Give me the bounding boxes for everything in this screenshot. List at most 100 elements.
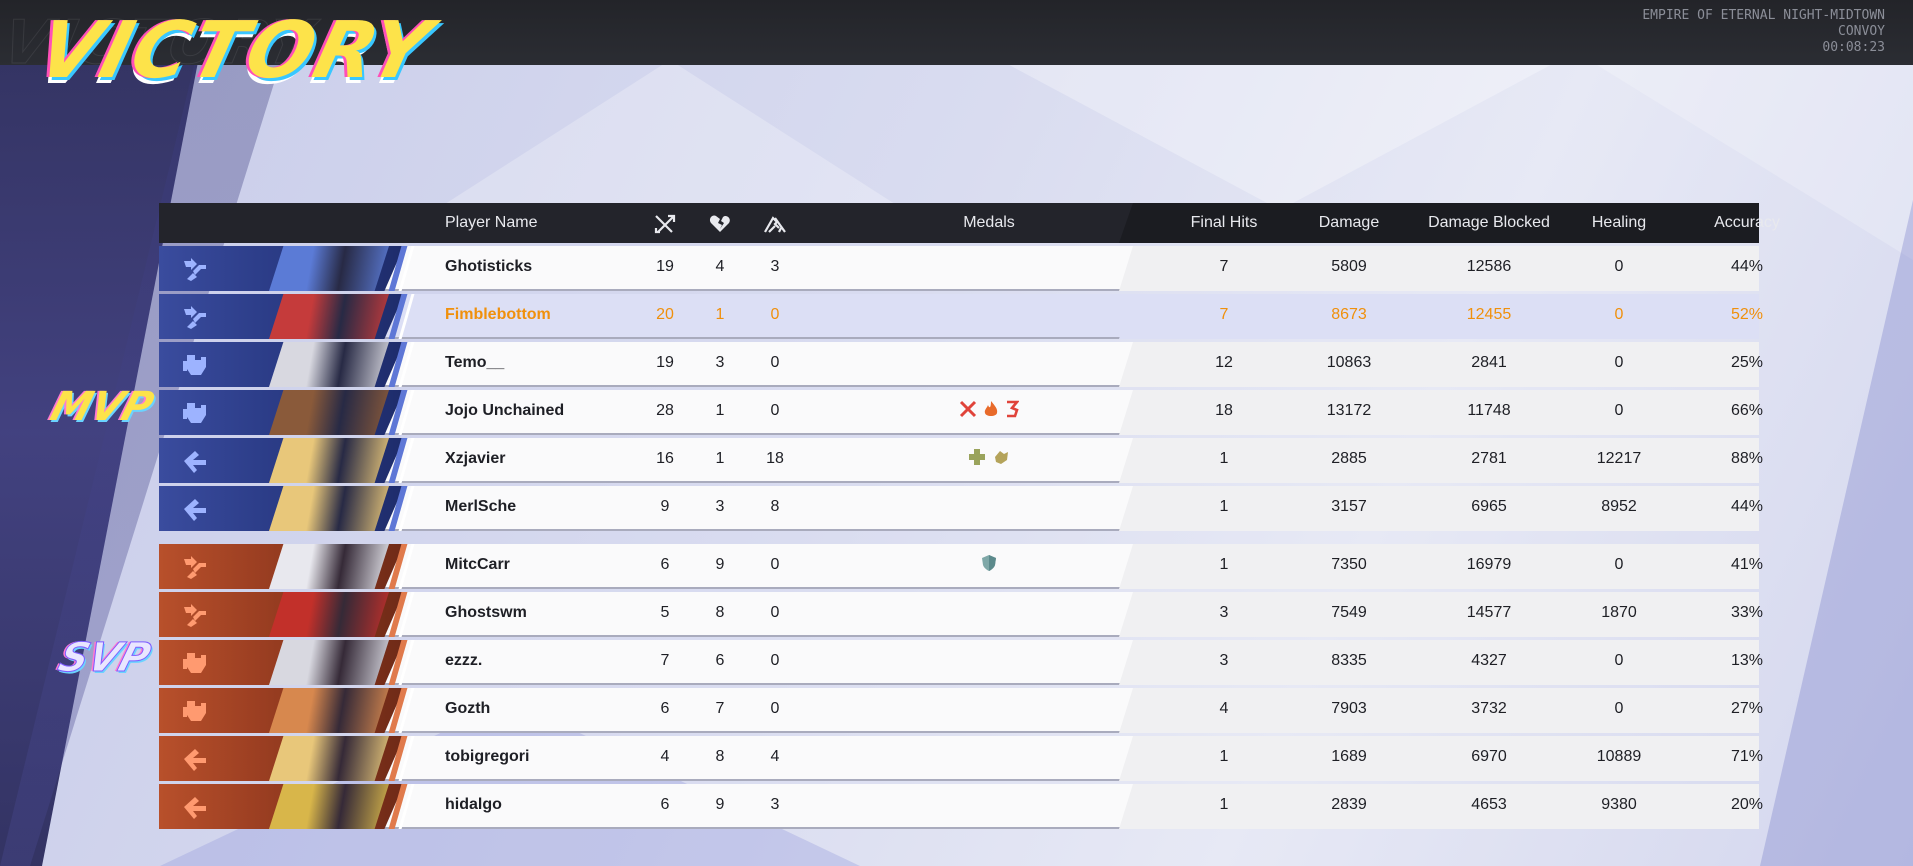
player-name[interactable]: hidalgo [445,796,502,814]
accuracy-value: 25% [1730,354,1764,371]
player-row[interactable]: Xzjavier 16 1 18 1 2885 2781 12217 88% [159,438,1763,483]
mvp-badge[interactable]: MVP [45,384,158,430]
deaths-value: 9 [715,796,725,813]
assists-value: 18 [766,450,784,467]
kills-value: 16 [656,450,674,467]
final-hits-value: 18 [1215,402,1233,419]
kills-value: 19 [656,258,674,275]
damage-blocked-value: 12455 [1466,306,1512,323]
medals-cell [889,554,1089,577]
player-row[interactable]: tobigregori 4 8 4 1 1689 6970 10889 71% [159,736,1763,781]
final-hits-value: 3 [1219,604,1229,621]
accuracy-value: 13% [1730,652,1764,669]
kills-value: 19 [656,354,674,371]
player-name[interactable]: Fimblebottom [445,306,551,324]
assists-value: 0 [770,402,780,419]
heal-medal-icon[interactable] [968,448,986,471]
player-name[interactable]: Xzjavier [445,450,505,468]
match-info: EMPIRE OF ETERNAL NIGHT-MIDTOWN CONVOY 0… [1642,8,1885,56]
kills-value: 28 [656,402,674,419]
healing-value: 0 [1614,402,1624,419]
damage-blocked-value: 4653 [1471,796,1507,813]
kills-value: 9 [660,498,670,515]
medals-cell [889,448,1089,471]
hero-image [269,640,389,685]
kills-value: 4 [660,748,670,765]
player-name[interactable]: MitcCarr [445,556,510,574]
kills-value: 5 [660,604,670,621]
player-row[interactable]: MitcCarr 6 9 0 1 7350 16979 0 41% [159,544,1763,589]
damage-blocked-value: 12586 [1466,258,1512,275]
vanguard-role-icon [181,601,209,629]
broken-heart-icon [690,214,750,234]
hero-portrait [159,736,404,781]
player-row[interactable]: MerlSche 9 3 8 1 3157 6965 8952 44% [159,486,1763,531]
hero-portrait [159,544,404,589]
hero-portrait [159,438,404,483]
header-damage: Damage [1318,214,1380,231]
deaths-value: 1 [715,306,725,323]
deaths-value: 1 [715,402,725,419]
background-facet [420,60,920,220]
scoreboard-header: Player Name Medals Final Hits Damage Dam… [159,203,1780,243]
assist-medal-icon[interactable] [992,448,1010,471]
hero-portrait [159,688,404,733]
crossed-swords-icon [635,214,695,234]
fire-medal-icon[interactable] [983,400,999,423]
damage-blocked-value: 3732 [1471,700,1507,717]
player-name[interactable]: ezzz. [445,652,482,670]
kills-value: 6 [660,796,670,813]
hero-portrait [159,246,404,291]
accuracy-value: 71% [1730,748,1764,765]
player-row[interactable]: Fimblebottom 20 1 0 7 8673 12455 0 52% [159,294,1763,339]
player-row[interactable]: Jojo Unchained 28 1 0 18 13172 11748 0 6… [159,390,1763,435]
scoreboard: Player Name Medals Final Hits Damage Dam… [159,203,1780,829]
damage-value: 7549 [1331,604,1367,621]
vanguard-role-icon [181,553,209,581]
player-row[interactable]: ezzz. 7 6 0 3 8335 4327 0 13% [159,640,1763,685]
deaths-value: 1 [715,450,725,467]
deaths-value: 9 [715,556,725,573]
player-name[interactable]: Gozth [445,700,490,718]
deaths-value: 6 [715,652,725,669]
kill-medal-icon[interactable] [959,400,977,423]
healing-value: 0 [1614,556,1624,573]
player-name[interactable]: Temo__ [445,354,504,372]
player-name[interactable]: MerlSche [445,498,516,516]
hero-image [269,246,389,291]
kills-value: 6 [660,700,670,717]
shield-medal-icon[interactable] [981,554,997,577]
strategist-role-icon [181,793,209,821]
player-row[interactable]: Ghostswm 5 8 0 3 7549 14577 1870 33% [159,592,1763,637]
player-row[interactable]: hidalgo 6 9 3 1 2839 4653 9380 20% [159,784,1763,829]
assists-value: 3 [770,796,780,813]
enemy-team-rows: MitcCarr 6 9 0 1 7350 16979 0 41% Ghosts… [159,544,1763,829]
streak-medal-icon[interactable] [1005,400,1020,423]
damage-value: 5809 [1331,258,1367,275]
healing-value: 12217 [1596,450,1642,467]
player-row[interactable]: Ghotisticks 19 4 3 7 5809 12586 0 44% [159,246,1763,291]
game-mode: CONVOY [1838,24,1885,39]
final-hits-value: 1 [1219,498,1229,515]
hero-portrait [159,390,404,435]
damage-blocked-value: 14577 [1466,604,1512,621]
player-name[interactable]: Jojo Unchained [445,402,564,420]
final-hits-value: 1 [1219,748,1229,765]
player-row[interactable]: Temo__ 19 3 0 12 10863 2841 0 25% [159,342,1763,387]
svp-badge[interactable]: SVP [53,635,156,682]
player-name[interactable]: tobigregori [445,748,529,766]
strategist-role-icon [181,495,209,523]
player-name[interactable]: Ghostswm [445,604,527,622]
player-name[interactable]: Ghotisticks [445,258,532,276]
handshake-icon [745,214,805,234]
final-hits-value: 7 [1219,258,1229,275]
damage-value: 8673 [1331,306,1367,323]
player-row[interactable]: Gozth 6 7 0 4 7903 3732 0 27% [159,688,1763,733]
damage-blocked-value: 16979 [1466,556,1512,573]
damage-value: 2839 [1331,796,1367,813]
damage-value: 10863 [1326,354,1372,371]
map-name: EMPIRE OF ETERNAL NIGHT-MIDTOWN [1642,8,1885,23]
header-medals: Medals [963,214,1015,231]
final-hits-value: 1 [1219,556,1229,573]
hero-portrait [159,592,404,637]
